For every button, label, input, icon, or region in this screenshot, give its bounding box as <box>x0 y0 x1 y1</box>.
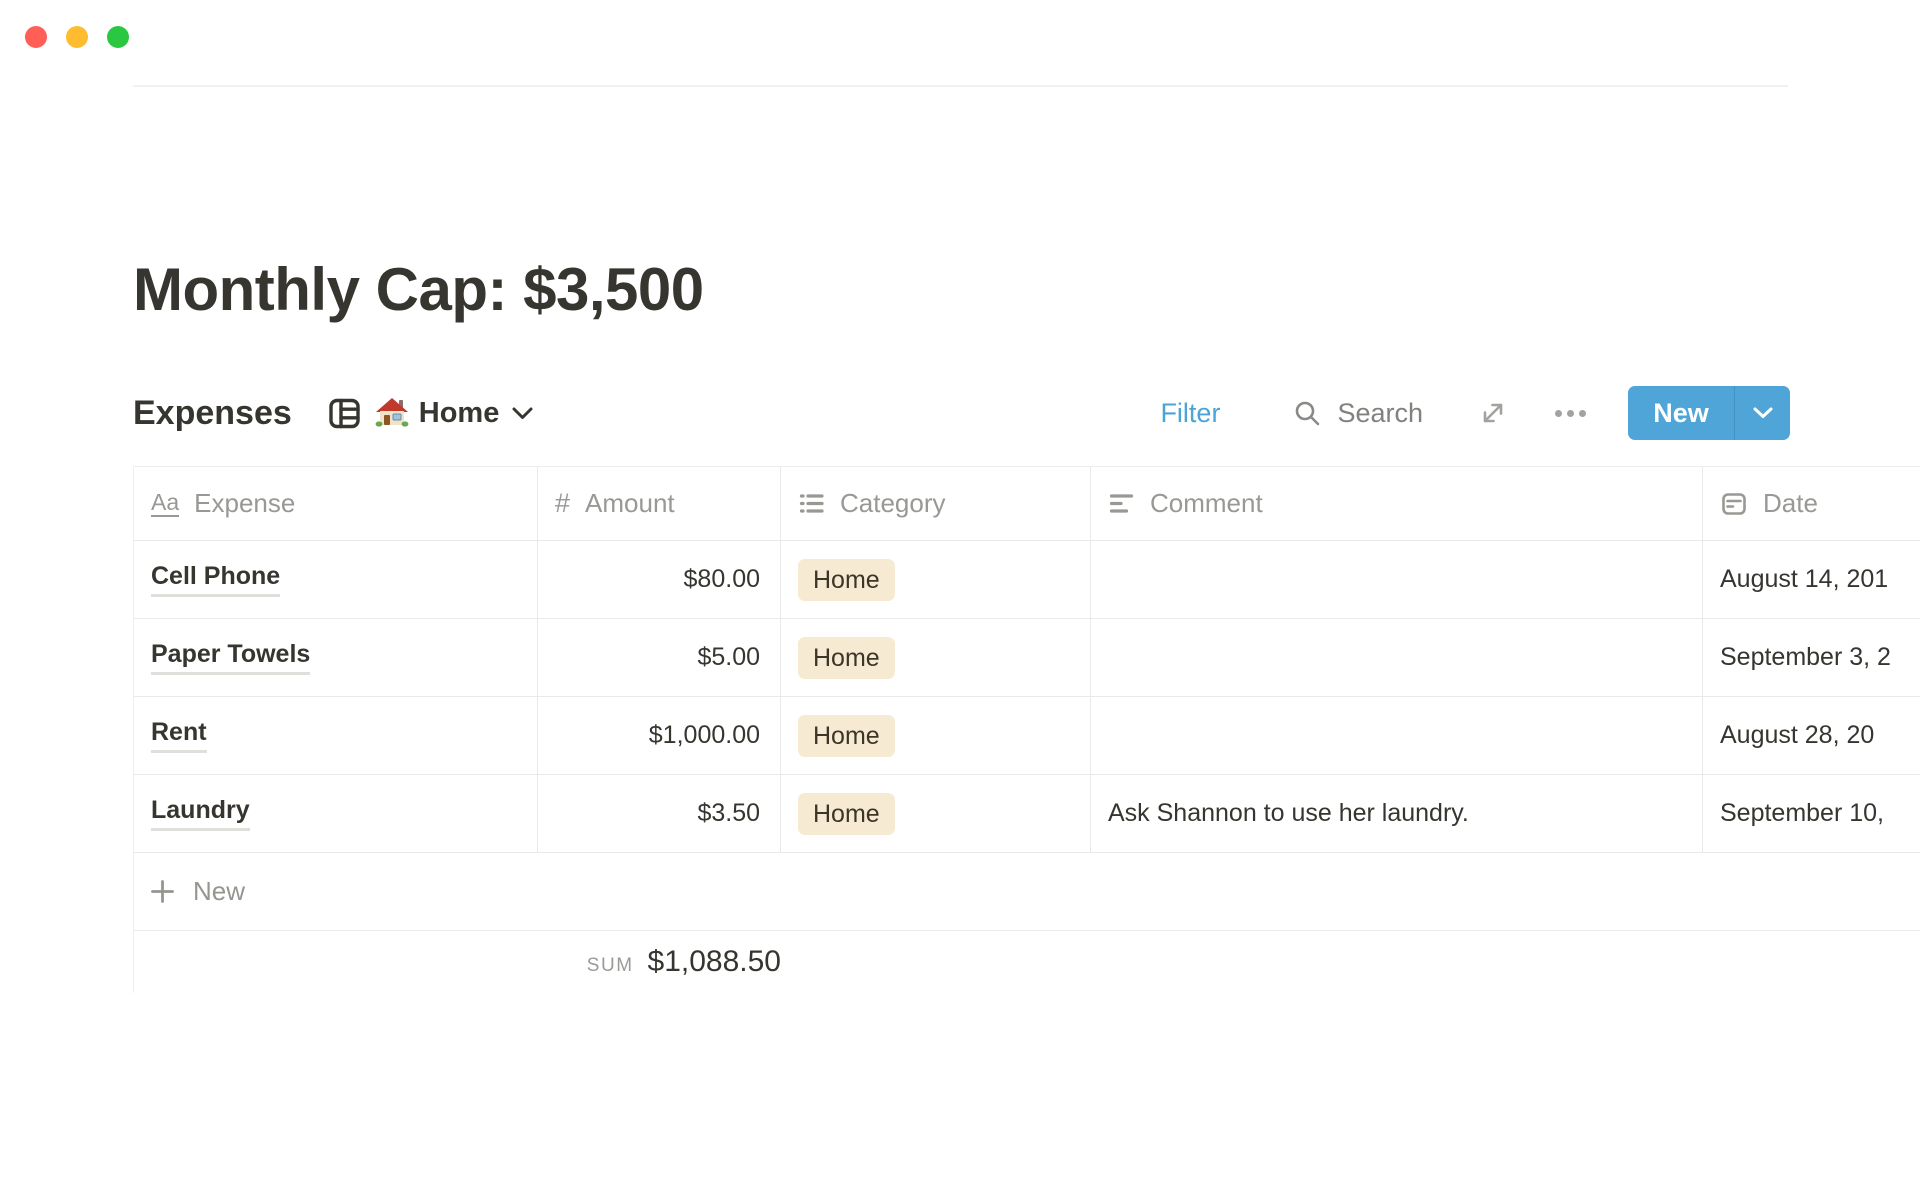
search-button[interactable]: Search <box>1294 398 1423 429</box>
add-row-button[interactable]: New <box>134 853 1920 931</box>
comment-text: Ask Shannon to use her laundry. <box>1108 799 1469 828</box>
column-label: Expense <box>194 488 295 519</box>
cell-comment[interactable]: Ask Shannon to use her laundry. <box>1091 775 1703 852</box>
column-header-date[interactable]: Date <box>1703 467 1920 540</box>
cell-comment[interactable] <box>1091 619 1703 696</box>
cell-category[interactable]: Home <box>781 775 1091 852</box>
column-label: Comment <box>1150 488 1263 519</box>
expense-title[interactable]: Laundry <box>151 796 250 831</box>
category-tag: Home <box>798 793 895 835</box>
amount-value: $80.00 <box>684 565 760 594</box>
collection-header: Expenses Home Filter Search <box>133 384 1790 442</box>
category-tag: Home <box>798 715 895 757</box>
search-icon <box>1294 400 1321 427</box>
expense-title[interactable]: Paper Towels <box>151 640 310 675</box>
cell-category[interactable]: Home <box>781 541 1091 618</box>
view-switcher[interactable]: Home <box>328 396 534 430</box>
filter-button[interactable]: Filter <box>1160 398 1220 429</box>
cell-category[interactable]: Home <box>781 697 1091 774</box>
cell-date[interactable]: August 28, 20 <box>1703 697 1920 774</box>
new-button-dropdown[interactable] <box>1735 386 1790 440</box>
column-header-amount[interactable]: # Amount <box>538 467 781 540</box>
search-label: Search <box>1337 398 1423 429</box>
table-body: Cell Phone $80.00 Home August 14, 201 Pa… <box>134 541 1920 853</box>
table-header-row: Aa Expense # Amount Category Comment Dat… <box>134 467 1920 541</box>
add-row-label: New <box>193 876 245 907</box>
sum-label: SUM <box>587 955 634 977</box>
cell-amount[interactable]: $3.50 <box>538 775 781 852</box>
column-header-comment[interactable]: Comment <box>1091 467 1703 540</box>
amount-value: $5.00 <box>697 643 760 672</box>
amount-sum[interactable]: SUM $1,088.50 <box>134 945 781 979</box>
date-value: August 28, 20 <box>1720 721 1874 750</box>
amount-value: $1,000.00 <box>649 721 760 750</box>
table-row: Laundry $3.50 Home Ask Shannon to use he… <box>134 775 1920 853</box>
column-label: Category <box>840 488 946 519</box>
column-label: Date <box>1763 488 1818 519</box>
title-property-icon: Aa <box>151 490 179 517</box>
category-tag: Home <box>798 637 895 679</box>
cell-expense[interactable]: Cell Phone <box>134 541 538 618</box>
text-property-icon <box>1108 490 1135 517</box>
house-emoji <box>375 396 409 430</box>
new-button-label[interactable]: New <box>1628 386 1734 440</box>
cell-expense[interactable]: Paper Towels <box>134 619 538 696</box>
cell-comment[interactable] <box>1091 697 1703 774</box>
select-property-icon <box>798 490 825 517</box>
topbar-divider <box>133 85 1788 87</box>
window-zoom-button[interactable] <box>107 26 129 48</box>
chevron-down-icon <box>512 407 533 420</box>
column-header-category[interactable]: Category <box>781 467 1091 540</box>
table-row: Paper Towels $5.00 Home September 3, 2 <box>134 619 1920 697</box>
plus-icon <box>149 878 176 905</box>
column-header-expense[interactable]: Aa Expense <box>134 467 538 540</box>
view-name: Home <box>419 397 500 430</box>
expenses-table: Aa Expense # Amount Category Comment Dat… <box>133 466 1920 993</box>
cell-amount[interactable]: $5.00 <box>538 619 781 696</box>
cell-expense[interactable]: Laundry <box>134 775 538 852</box>
chevron-down-icon <box>1753 407 1773 419</box>
window-close-button[interactable] <box>25 26 47 48</box>
category-tag: Home <box>798 559 895 601</box>
amount-value: $3.50 <box>697 799 760 828</box>
cell-date[interactable]: September 3, 2 <box>1703 619 1920 696</box>
collection-title[interactable]: Expenses <box>133 394 292 433</box>
sum-value: $1,088.50 <box>648 945 781 979</box>
summary-row: SUM $1,088.50 <box>134 931 1920 993</box>
table-row: Rent $1,000.00 Home August 28, 20 <box>134 697 1920 775</box>
cell-category[interactable]: Home <box>781 619 1091 696</box>
cell-date[interactable]: August 14, 201 <box>1703 541 1920 618</box>
cell-expense[interactable]: Rent <box>134 697 538 774</box>
date-value: August 14, 201 <box>1720 565 1888 594</box>
expense-title[interactable]: Cell Phone <box>151 562 280 597</box>
page-title[interactable]: Monthly Cap: $3,500 <box>133 255 704 324</box>
expense-title[interactable]: Rent <box>151 718 207 753</box>
table-view-icon <box>328 397 361 430</box>
cell-date[interactable]: September 10, <box>1703 775 1920 852</box>
view-toolbar: Filter Search New <box>1160 386 1790 440</box>
window-minimize-button[interactable] <box>66 26 88 48</box>
date-value: September 3, 2 <box>1720 643 1891 672</box>
new-button[interactable]: New <box>1628 386 1790 440</box>
expand-icon[interactable] <box>1479 399 1507 427</box>
table-row: Cell Phone $80.00 Home August 14, 201 <box>134 541 1920 619</box>
number-property-icon: # <box>555 488 570 519</box>
date-value: September 10, <box>1720 799 1884 828</box>
cell-amount[interactable]: $1,000.00 <box>538 697 781 774</box>
calendar-icon <box>1720 490 1748 518</box>
cell-comment[interactable] <box>1091 541 1703 618</box>
more-options-icon[interactable] <box>1555 410 1586 417</box>
cell-amount[interactable]: $80.00 <box>538 541 781 618</box>
column-label: Amount <box>585 488 675 519</box>
